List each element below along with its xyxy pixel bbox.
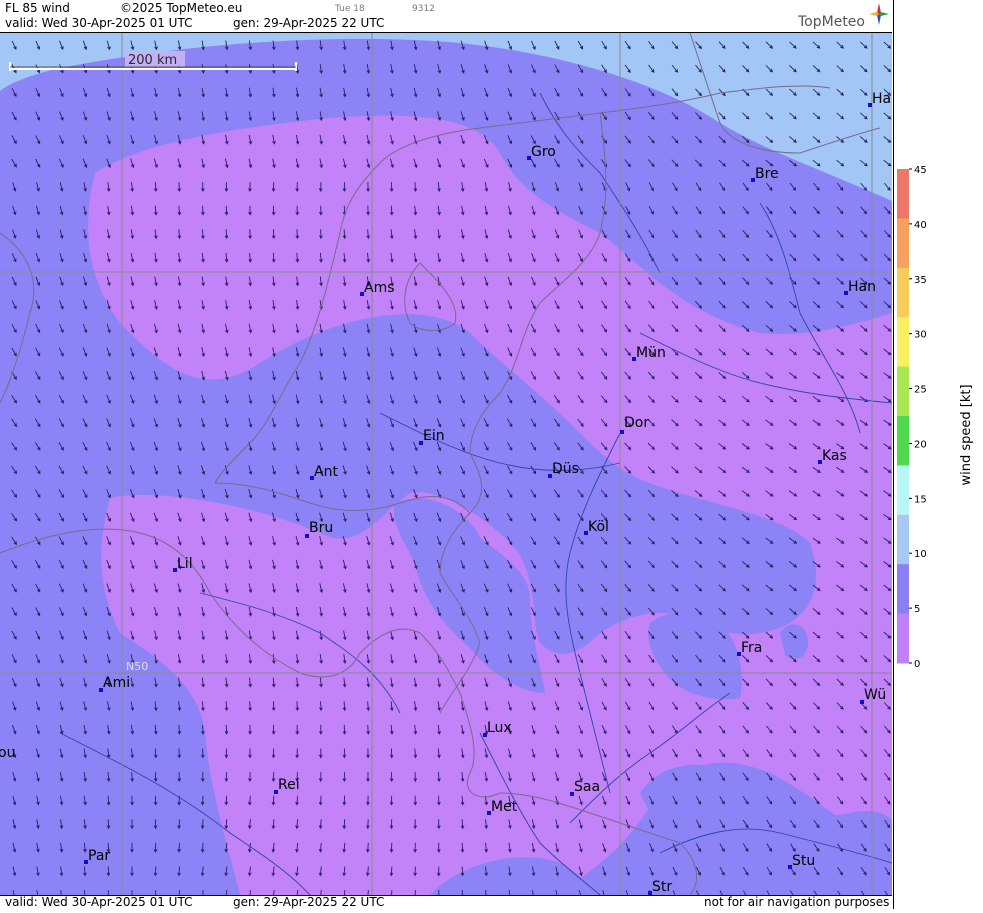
legend-swatch xyxy=(897,416,909,466)
city-marker[interactable]: Ha xyxy=(868,91,891,107)
city-marker[interactable]: Met xyxy=(487,799,518,815)
legend-scale: 45 40 35 30 25 20 15 10 5 0 wind speed [kt] xyxy=(897,165,974,670)
city-marker[interactable]: Wü xyxy=(860,687,886,704)
city-label: Ami xyxy=(103,675,130,691)
city-marker[interactable]: Fra xyxy=(737,640,762,656)
city-label: Ant xyxy=(314,464,338,480)
legend-tick-label: 0 xyxy=(914,659,920,670)
legend-tick-label: 45 xyxy=(914,165,927,176)
city-marker[interactable]: Köl xyxy=(584,519,609,535)
city-label: Ha xyxy=(872,91,891,107)
city-label: Düs xyxy=(552,461,579,477)
footer-generated-time: gen: 29-Apr-2025 22 UTC xyxy=(233,895,385,909)
city-marker[interactable]: Stu xyxy=(788,853,815,869)
grid-label-n50: N50 xyxy=(126,660,148,673)
legend-swatch xyxy=(897,169,909,219)
code-label: 9312 xyxy=(412,4,435,14)
city-label: Stu xyxy=(792,853,815,869)
navigation-disclaimer: not for air navigation purposes xyxy=(704,895,890,909)
legend-swatch xyxy=(897,218,909,269)
city-marker[interactable]: Ams xyxy=(360,280,395,296)
city-marker[interactable]: Rei xyxy=(274,777,300,794)
city-label: Saa xyxy=(574,779,600,795)
city-marker[interactable]: Gro xyxy=(527,144,556,160)
city-marker[interactable]: Han xyxy=(844,279,876,295)
legend-tick-label: 40 xyxy=(914,220,927,231)
city-label: Met xyxy=(491,799,518,815)
footer-valid-time: valid: Wed 30-Apr-2025 01 UTC xyxy=(5,895,193,909)
city-label: Bre xyxy=(755,166,779,182)
city-label: Dor xyxy=(624,415,649,431)
city-label: Ams xyxy=(364,280,395,296)
city-label: Fra xyxy=(741,640,762,656)
valid-time: valid: Wed 30-Apr-2025 01 UTC xyxy=(5,16,193,30)
city-label: Bru xyxy=(309,520,333,536)
city-label: ou xyxy=(0,745,15,761)
legend-ticks: 45 40 35 30 25 20 15 10 5 0 xyxy=(909,165,927,670)
city-marker[interactable]: ou xyxy=(0,745,15,761)
scale-bar-label: 200 km xyxy=(128,53,177,68)
city-marker[interactable]: Kas xyxy=(818,448,847,464)
city-marker[interactable]: Par xyxy=(84,848,110,864)
legend-tick-label: 25 xyxy=(914,385,927,396)
city-label: Kas xyxy=(822,448,847,464)
city-label: Str xyxy=(652,879,672,895)
legend-swatch xyxy=(897,465,909,516)
legend-tick-label: 20 xyxy=(914,439,927,450)
legend-color-bar xyxy=(897,169,909,664)
city-label: Gro xyxy=(531,144,556,160)
color-legend: 45 40 35 30 25 20 15 10 5 0 wind speed [kt] xyxy=(893,0,983,909)
city-marker[interactable]: Lux xyxy=(483,720,512,737)
legend-swatch xyxy=(897,564,909,615)
city-label: Lil xyxy=(177,556,193,572)
product-title: FL 85 wind xyxy=(5,1,70,15)
legend-tick-label: 15 xyxy=(914,494,927,505)
city-label: Köl xyxy=(588,519,609,535)
generated-time: gen: 29-Apr-2025 22 UTC xyxy=(233,16,385,30)
city-marker[interactable]: Bre xyxy=(751,166,779,182)
city-marker[interactable]: Mün xyxy=(632,345,666,361)
legend-swatch xyxy=(897,267,909,318)
city-label: Ein xyxy=(423,428,445,444)
legend-tick-label: 35 xyxy=(914,275,927,286)
city-label: Rei xyxy=(278,777,300,793)
run-label: Tue 18 xyxy=(335,4,365,14)
city-marker[interactable]: Bru xyxy=(305,520,333,538)
city-label: Mün xyxy=(636,345,666,361)
legend-swatch xyxy=(897,317,909,368)
city-marker[interactable]: Ami xyxy=(99,675,130,692)
compass-logo-icon xyxy=(869,3,889,25)
city-label: Lux xyxy=(487,720,512,736)
legend-tick-label: 10 xyxy=(914,549,927,560)
city-marker[interactable]: Ant xyxy=(310,464,338,480)
wind-map[interactable]: N50 200 km Gro Bre Ha Ams Han Mün Dor Ei… xyxy=(0,33,892,895)
city-label: Par xyxy=(88,848,110,864)
city-marker[interactable]: Str xyxy=(648,879,672,895)
legend-swatch xyxy=(897,613,909,664)
map-footer: valid: Wed 30-Apr-2025 01 UTC gen: 29-Ap… xyxy=(0,895,892,910)
city-marker[interactable]: Ein xyxy=(419,428,445,445)
city-label: Wü xyxy=(864,687,886,703)
legend-tick-label: 5 xyxy=(914,604,920,615)
city-marker[interactable]: Düs xyxy=(548,461,579,478)
legend-swatch xyxy=(897,366,909,417)
city-label: Han xyxy=(848,279,876,295)
brand-logo: TopMeteo xyxy=(798,14,865,30)
city-marker[interactable]: Saa xyxy=(570,779,600,796)
legend-title: wind speed [kt] xyxy=(959,384,974,485)
copyright: ©2025 TopMeteo.eu xyxy=(120,1,243,15)
legend-tick-label: 30 xyxy=(914,330,927,341)
map-header: FL 85 wind ©2025 TopMeteo.eu Tue 18 9312… xyxy=(0,0,892,33)
legend-swatch xyxy=(897,514,909,565)
